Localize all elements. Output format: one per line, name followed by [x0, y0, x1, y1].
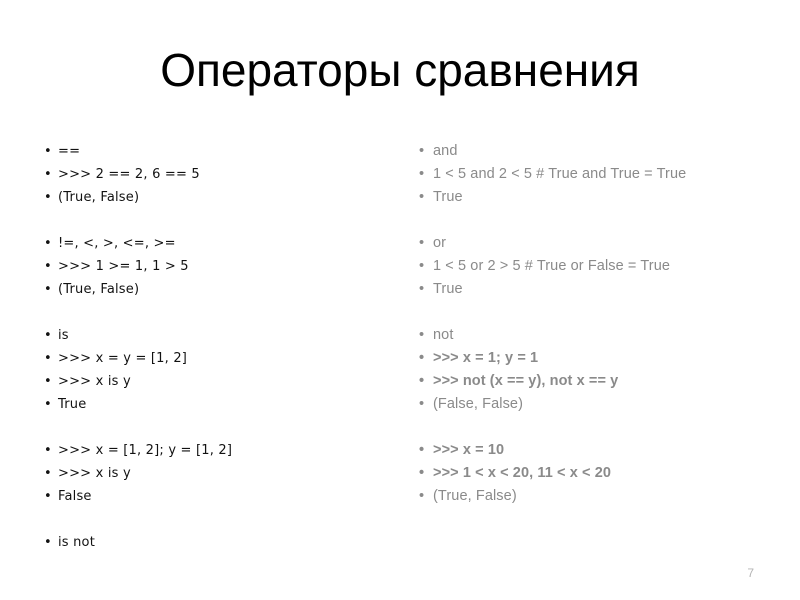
bullet-dot-icon: •: [419, 465, 425, 481]
list-item-label: is not: [58, 535, 96, 550]
list-item-label: (True, False): [58, 190, 140, 205]
list-item-label: >>> x is y: [58, 466, 131, 481]
bullet-dot-icon: •: [419, 350, 425, 366]
bullet-spacer: [40, 416, 370, 439]
list-item: • 1 < 5 or 2 > 5 # True or False = True: [415, 255, 760, 278]
list-item-label: >>> not (x == y), not x == y: [433, 373, 619, 389]
list-item-label: >>> 1 >= 1, 1 > 5: [58, 259, 189, 274]
list-item: • True: [415, 278, 760, 301]
bullet-dot-icon: •: [44, 443, 52, 458]
bullet-dot-icon: •: [419, 258, 425, 274]
bullet-dot-icon: •: [419, 143, 425, 159]
list-item-label: ==: [58, 144, 81, 159]
list-item-label: True: [433, 189, 463, 205]
bullet-spacer: [40, 209, 370, 232]
bullet-dot-icon: •: [419, 327, 425, 343]
list-item: • True: [415, 186, 760, 209]
bullet-dot-icon: •: [44, 374, 52, 389]
bullet-spacer: [415, 416, 760, 439]
bullet-spacer: [415, 301, 760, 324]
bullet-dot-icon: •: [419, 373, 425, 389]
list-item-label: 1 < 5 or 2 > 5 # True or False = True: [433, 258, 671, 274]
bullet-dot-icon: •: [44, 466, 52, 481]
bullet-dot-icon: •: [44, 236, 52, 251]
bullet-dot-icon: •: [44, 328, 52, 343]
list-item-label: True: [58, 397, 87, 412]
list-item-label: is: [58, 328, 69, 343]
list-item: • ==: [40, 140, 370, 163]
bullet-dot-icon: •: [44, 259, 52, 274]
list-item: • >>> x = 10: [415, 439, 760, 462]
list-item: • >>> x is y: [40, 370, 370, 393]
list-item: • False: [40, 485, 370, 508]
list-item-label: >>> x = [1, 2]; y = [1, 2]: [58, 443, 233, 458]
list-item: • !=, <, >, <=, >=: [40, 232, 370, 255]
bullet-dot-icon: •: [419, 442, 425, 458]
list-item-label: or: [433, 235, 447, 251]
left-bullet-list: • == • >>> 2 == 2, 6 == 5 • (True, False) • !=…: [40, 140, 370, 554]
list-item: • or: [415, 232, 760, 255]
list-item: • (True, False): [415, 485, 760, 508]
bullet-spacer: [40, 508, 370, 531]
list-item-label: 1 < 5 and 2 < 5 # True and True = True: [433, 166, 687, 182]
list-item-label: (True, False): [433, 488, 517, 504]
list-item: • 1 < 5 and 2 < 5 # True and True = True: [415, 163, 760, 186]
list-item-label: (False, False): [433, 396, 524, 412]
list-item: • >>> 1 < x < 20, 11 < x < 20: [415, 462, 760, 485]
list-item: • not: [415, 324, 760, 347]
list-item: • >>> x = [1, 2]; y = [1, 2]: [40, 439, 370, 462]
list-item-label: >>> x = 10: [433, 442, 505, 458]
right-column: • and • 1 < 5 and 2 < 5 # True and True = T…: [415, 140, 760, 508]
list-item: • (False, False): [415, 393, 760, 416]
list-item-label: and: [433, 143, 458, 159]
bullet-dot-icon: •: [419, 396, 425, 412]
bullet-dot-icon: •: [419, 189, 425, 205]
list-item-label: not: [433, 327, 454, 343]
list-item: • >>> x = 1; y = 1: [415, 347, 760, 370]
bullet-dot-icon: •: [44, 397, 52, 412]
bullet-dot-icon: •: [419, 488, 425, 504]
bullet-dot-icon: •: [44, 167, 52, 182]
bullet-dot-icon: •: [44, 190, 52, 205]
list-item-label: >>> x = 1; y = 1: [433, 350, 539, 366]
list-item: • and: [415, 140, 760, 163]
bullet-dot-icon: •: [419, 235, 425, 251]
right-bullet-list: • and • 1 < 5 and 2 < 5 # True and True = T…: [415, 140, 760, 508]
list-item-label: (True, False): [58, 282, 140, 297]
bullet-dot-icon: •: [419, 281, 425, 297]
list-item-label: >>> 2 == 2, 6 == 5: [58, 167, 200, 182]
list-item: • is not: [40, 531, 370, 554]
left-column: • == • >>> 2 == 2, 6 == 5 • (True, False) • !=…: [40, 140, 370, 554]
slide: Операторы сравнения • == • >>> 2 == 2, 6 ==…: [0, 0, 800, 600]
list-item: • >>> x = y = [1, 2]: [40, 347, 370, 370]
page-number: 7: [747, 566, 754, 580]
page-title: Операторы сравнения: [160, 44, 640, 96]
list-item-label: True: [433, 281, 463, 297]
list-item-label: !=, <, >, <=, >=: [58, 236, 176, 251]
list-item: • >>> 1 >= 1, 1 > 5: [40, 255, 370, 278]
bullet-dot-icon: •: [44, 535, 52, 550]
list-item-label: >>> x = y = [1, 2]: [58, 351, 188, 366]
bullet-spacer: [40, 301, 370, 324]
bullet-dot-icon: •: [419, 166, 425, 182]
list-item: • True: [40, 393, 370, 416]
list-item: • is: [40, 324, 370, 347]
list-item: • (True, False): [40, 186, 370, 209]
list-item-label: >>> x is y: [58, 374, 131, 389]
list-item: • >>> x is y: [40, 462, 370, 485]
bullet-dot-icon: •: [44, 282, 52, 297]
list-item-label: False: [58, 489, 92, 504]
list-item: • >>> not (x == y), not x == y: [415, 370, 760, 393]
bullet-dot-icon: •: [44, 351, 52, 366]
list-item: • >>> 2 == 2, 6 == 5: [40, 163, 370, 186]
list-item: • (True, False): [40, 278, 370, 301]
bullet-spacer: [415, 209, 760, 232]
list-item-label: >>> 1 < x < 20, 11 < x < 20: [433, 465, 612, 481]
bullet-dot-icon: •: [44, 144, 52, 159]
bullet-dot-icon: •: [44, 489, 52, 504]
